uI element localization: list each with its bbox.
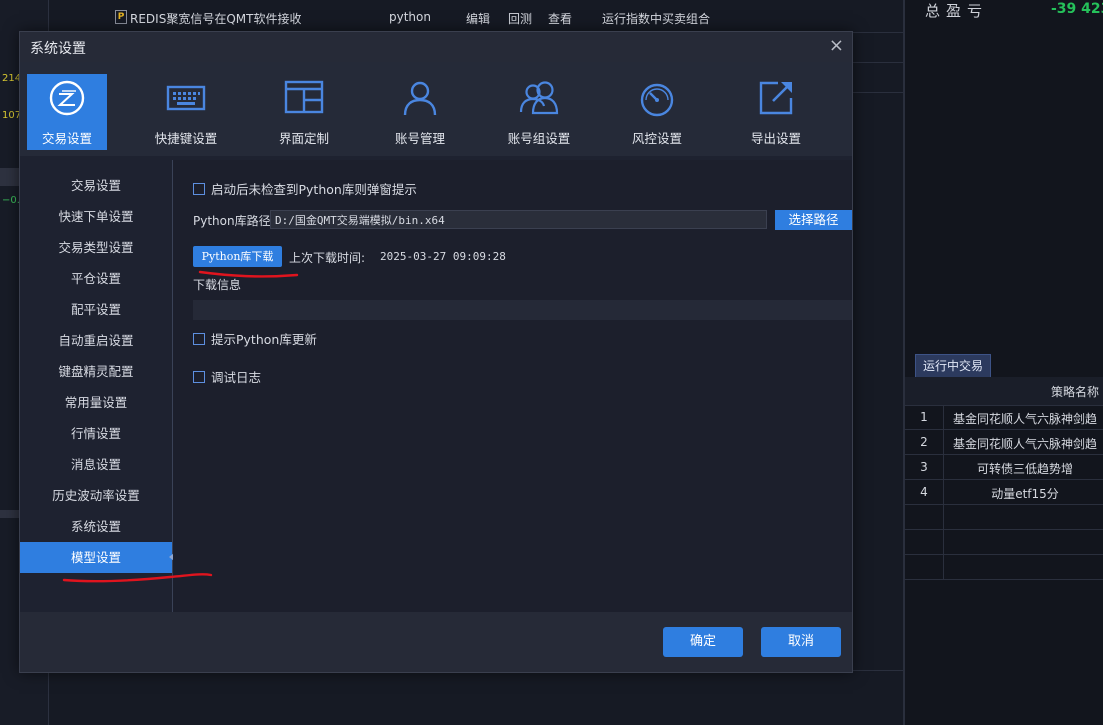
python-badge-icon: P [115,10,127,24]
nav-export-settings[interactable]: 导出设置 [736,74,816,150]
last-download-time: 2025-03-27 09:09:28 [380,250,506,263]
checkbox-icon[interactable] [193,183,205,195]
sidebar-item-trade-type[interactable]: 交易类型设置 [20,232,172,263]
close-icon[interactable]: × [829,35,844,56]
tab-running-trades[interactable]: 运行中交易 [915,354,991,378]
python-path-label: Python库路径 [193,214,271,228]
running-row [905,530,1103,555]
left-strip [0,168,20,186]
nav-label: 界面定制 [278,131,329,146]
left-value: −0. [2,195,20,206]
nav-label: 交易设置 [41,131,92,146]
running-row [905,555,1103,580]
dialog-titlebar[interactable]: 系统设置 × [20,32,852,62]
sidebar-item-keyboard-wizard[interactable]: 键盘精灵配置 [20,356,172,387]
backtest-link[interactable]: 回测 [508,10,532,27]
checkbox-label: 启动后未检查到Python库则弹窗提示 [211,182,417,197]
sidebar-item-close-position[interactable]: 平仓设置 [20,263,172,294]
last-download-label: 上次下载时间: [289,251,366,265]
sidebar-item-messages[interactable]: 消息设置 [20,449,172,480]
sidebar-item-system-settings[interactable]: 系统设置 [20,511,172,542]
sidebar-item-label: 模型设置 [70,550,121,565]
running-row[interactable]: 1 基金同花顺人气六脉神剑趋 [905,405,1103,430]
column-strategy-name: 策略名称 [1051,385,1100,399]
sidebar-item-market-data[interactable]: 行情设置 [20,418,172,449]
python-download-button[interactable]: Python库下载 [193,246,282,267]
checkbox-label: 调试日志 [211,370,262,385]
summary-panel: 总盈亏 -39 4236 运行中交易 策略名称 1 基金同花顺人气六脉神剑趋 2… [903,0,1103,725]
running-row [905,505,1103,530]
row-strategy-name: 基金同花顺人气六脉神剑趋 [952,412,1097,426]
nav-trade-settings[interactable]: 交易设置 [27,74,107,150]
popup-on-missing-python-checkbox[interactable]: 启动后未检查到Python库则弹窗提示 [193,179,417,198]
keyboard-icon [166,85,206,111]
sidebar-item-auto-restart[interactable]: 自动重启设置 [20,325,172,356]
debug-log-checkbox[interactable]: 调试日志 [193,367,261,386]
row-strategy-name: 可转债三低趋势增 [976,462,1073,476]
row-strategy-name: 基金同花顺人气六脉神剑趋 [952,437,1097,451]
settings-category-nav: 交易设置 快捷键设置 界面定制 账号管理 账号组设置 风控设置 导出设置 [20,62,852,156]
total-pnl-value: -39 4236 [1051,1,1103,17]
sidebar-item-historical-volatility[interactable]: 历史波动率设置 [20,480,172,511]
row-index: 4 [920,485,928,499]
settings-sidebar: 交易设置 快速下单设置 交易类型设置 平仓设置 配平设置 自动重启设置 键盘精灵… [20,160,174,612]
download-info-label: 下载信息 [193,278,242,292]
user-group-icon [519,81,559,115]
sidebar-item-model-settings[interactable]: 模型设置 [20,542,174,573]
nav-interface-custom[interactable]: 界面定制 [264,74,344,150]
system-settings-dialog: 系统设置 × 交易设置 快捷键设置 界面定制 账号管理 账号组设置 风控设置 导… [19,31,853,673]
checkbox-icon[interactable] [193,333,205,345]
gauge-icon [640,83,674,117]
view-link[interactable]: 查看 [548,10,572,27]
cancel-button[interactable]: 取消 [761,627,841,657]
nav-risk-control[interactable]: 风控设置 [617,74,697,150]
strategy-name: REDIS聚宽信号在QMT软件接收 [130,12,302,26]
python-path-input[interactable]: D:/国金QMT交易端模拟/bin.x64 [270,210,767,229]
dialog-title: 系统设置 [30,41,86,57]
table-row[interactable]: P REDIS聚宽信号在QMT软件接收 python 编辑 回测 查看 运行指数… [49,2,904,33]
running-row[interactable]: 2 基金同花顺人气六脉神剑趋 [905,430,1103,455]
running-table-header: 策略名称 [905,377,1103,406]
running-row[interactable]: 3 可转债三低趋势增 [905,455,1103,480]
running-row[interactable]: 4 动量etf15分 [905,480,1103,505]
strategy-type: python [389,10,431,24]
total-pnl-label: 总盈亏 [925,2,989,20]
select-path-button[interactable]: 选择路径 [775,210,852,230]
checkbox-label: 提示Python库更新 [211,332,317,347]
strategy-status: 运行指数中买卖组合 [602,12,711,26]
nav-label: 账号管理 [394,131,445,146]
dialog-footer: 确定 取消 [20,612,852,672]
sidebar-item-trade-settings[interactable]: 交易设置 [20,170,172,201]
nav-label: 快捷键设置 [154,131,218,146]
nav-account-group-settings[interactable]: 账号组设置 [499,74,579,150]
python-update-checkbox[interactable]: 提示Python库更新 [193,329,317,348]
nav-shortcut-settings[interactable]: 快捷键设置 [146,74,226,150]
model-settings-panel: 启动后未检查到Python库则弹窗提示 Python库路径 D:/国金QMT交易… [173,160,852,612]
checkbox-icon[interactable] [193,371,205,383]
sidebar-item-common-quantity[interactable]: 常用量设置 [20,387,172,418]
nav-account-management[interactable]: 账号管理 [380,74,460,150]
row-strategy-name: 动量etf15分 [991,487,1059,501]
export-icon [759,81,793,115]
edit-link[interactable]: 编辑 [466,10,490,27]
sidebar-item-quick-order[interactable]: 快速下单设置 [20,201,172,232]
trade-settings-icon [49,80,85,116]
left-strip [0,510,20,518]
row-index: 3 [920,460,928,474]
layout-icon [284,80,324,114]
download-progress-bar [193,300,852,320]
sidebar-item-balance[interactable]: 配平设置 [20,294,172,325]
row-index: 1 [920,410,928,424]
row-index: 2 [920,435,928,449]
nav-label: 账号组设置 [507,131,571,146]
user-icon [403,81,437,116]
nav-label: 风控设置 [631,131,682,146]
nav-label: 导出设置 [750,131,801,146]
ok-button[interactable]: 确定 [663,627,743,657]
